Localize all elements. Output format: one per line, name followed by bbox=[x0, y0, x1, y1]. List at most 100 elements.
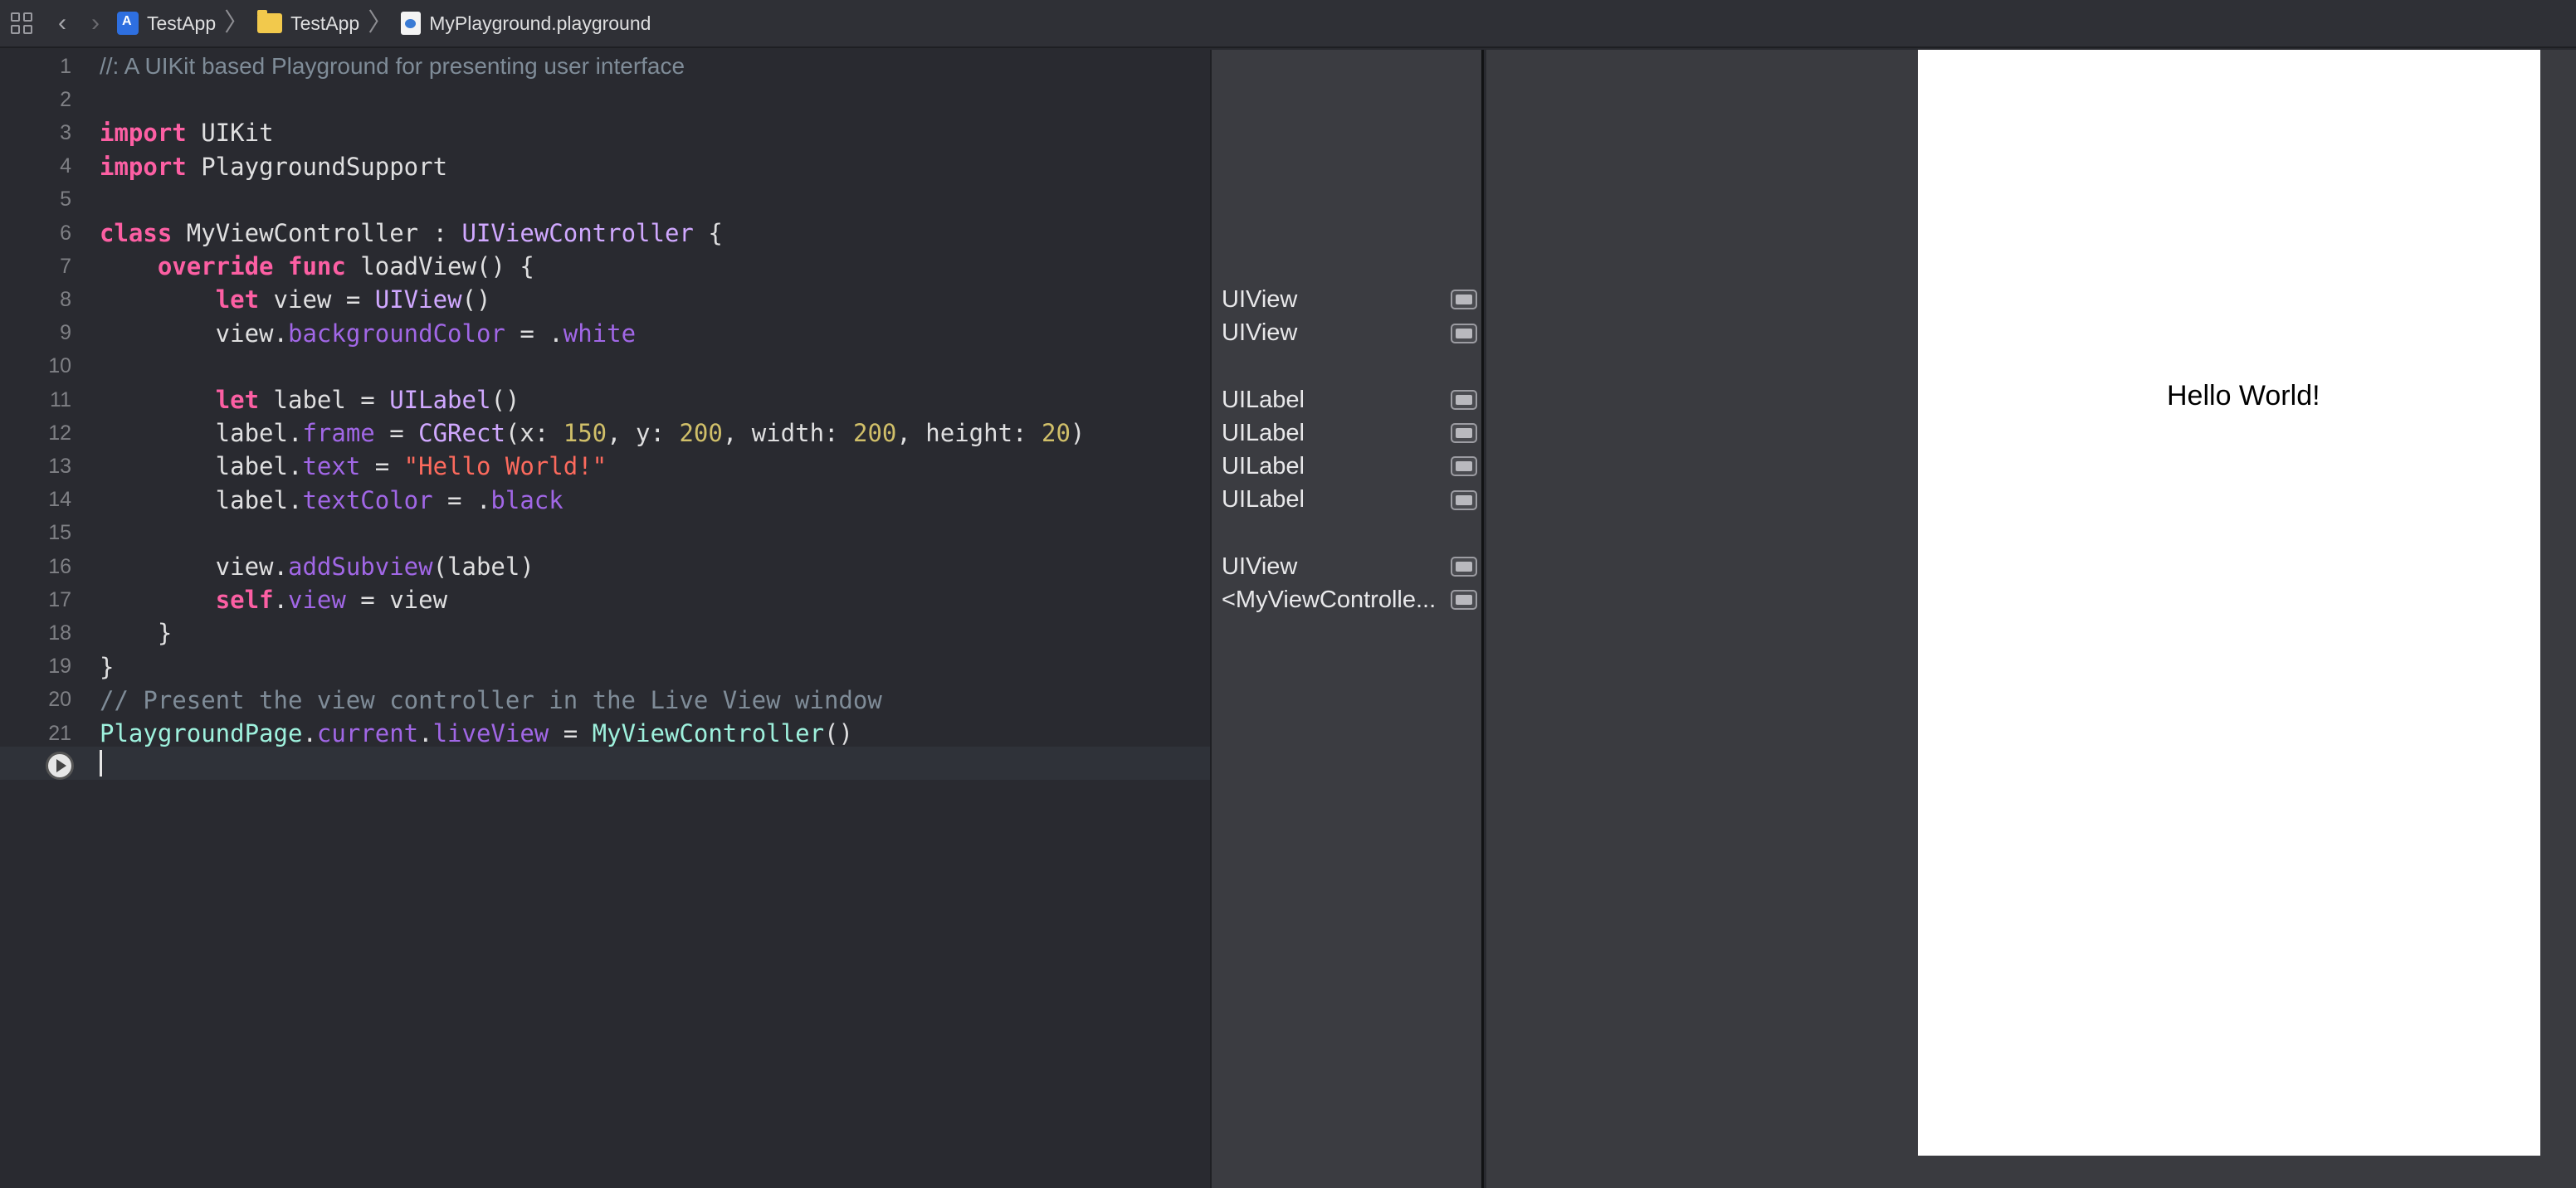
code-line[interactable]: 2 bbox=[0, 83, 1210, 116]
code-token: CGRect bbox=[418, 419, 505, 448]
forward-chevron-icon[interactable]: › bbox=[79, 0, 112, 47]
code-line[interactable]: 4 import PlaygroundSupport bbox=[0, 150, 1210, 183]
source-editor[interactable]: 1 //: A UIKit based Playground for presen… bbox=[0, 50, 1210, 1188]
code-line[interactable]: 12 label.frame = CGRect(x: 150, y: 200, … bbox=[0, 416, 1210, 450]
code-line[interactable]: 18 } bbox=[0, 616, 1210, 650]
breadcrumb-file-label: MyPlayground.playground bbox=[429, 12, 651, 34]
code-text: label.textColor = .black bbox=[100, 486, 564, 514]
quick-look-icon[interactable] bbox=[1451, 590, 1477, 611]
code-token: PlaygroundPage bbox=[100, 719, 303, 747]
code-token: label. bbox=[100, 419, 303, 448]
code-line[interactable]: 11 let label = UILabel() bbox=[0, 383, 1210, 416]
code-line[interactable]: 21 PlaygroundPage.current.liveView = MyVi… bbox=[0, 717, 1210, 750]
result-row[interactable]: UILabel bbox=[1212, 416, 1481, 450]
code-token: import bbox=[100, 152, 187, 181]
code-token: () bbox=[461, 285, 491, 314]
code-line[interactable]: 5 bbox=[0, 183, 1210, 217]
code-line[interactable]: 17 self.view = view bbox=[0, 583, 1210, 616]
code-line[interactable]: 15 bbox=[0, 517, 1210, 550]
breadcrumb-separator-icon: 〉 bbox=[224, 9, 250, 37]
code-token: addSubview bbox=[287, 553, 433, 581]
result-row[interactable]: UIView bbox=[1212, 317, 1481, 350]
playground-file-icon bbox=[401, 12, 422, 35]
code-line[interactable]: 6 class MyViewController : UIViewControll… bbox=[0, 217, 1210, 250]
quick-look-icon[interactable] bbox=[1451, 423, 1477, 444]
result-row[interactable]: UILabel bbox=[1212, 484, 1481, 517]
breadcrumb-folder[interactable]: TestApp bbox=[252, 0, 364, 47]
code-token: MyViewController : bbox=[172, 219, 462, 247]
line-number: 21 bbox=[48, 721, 71, 745]
breadcrumb-project-label: TestApp bbox=[147, 12, 217, 34]
code-token: . bbox=[302, 719, 317, 747]
code-line[interactable]: 8 let view = UIView() bbox=[0, 283, 1210, 316]
code-line[interactable]: 19} bbox=[0, 650, 1210, 684]
code-token: white bbox=[563, 319, 637, 348]
code-text: import PlaygroundSupport bbox=[100, 153, 447, 181]
result-label: UIView bbox=[1222, 319, 1298, 347]
code-token: = . bbox=[432, 485, 491, 514]
code-token: "Hello World!" bbox=[403, 452, 607, 481]
code-text: class MyViewController : UIViewControlle… bbox=[100, 219, 723, 247]
code-text: //: A UIKit based Playground for present… bbox=[100, 53, 685, 80]
line-number: 20 bbox=[48, 688, 71, 712]
quick-look-icon[interactable] bbox=[1451, 557, 1477, 577]
code-token: } bbox=[100, 619, 173, 648]
line-number: 10 bbox=[48, 354, 71, 378]
code-token: UIView bbox=[374, 285, 462, 314]
code-text: import UIKit bbox=[100, 119, 274, 147]
quick-look-icon[interactable] bbox=[1451, 323, 1477, 343]
live-view-screen[interactable]: Hello World! bbox=[1918, 50, 2540, 1156]
code-token: UIViewController bbox=[461, 219, 694, 247]
code-token: = bbox=[360, 452, 404, 481]
breadcrumb-file[interactable]: MyPlayground.playground bbox=[396, 0, 656, 47]
code-text: self.view = view bbox=[100, 586, 447, 614]
code-text: label.text = "Hello World!" bbox=[100, 452, 607, 480]
code-token: = view bbox=[345, 586, 448, 615]
result-row[interactable]: UILabel bbox=[1212, 383, 1481, 416]
run-playground-button[interactable] bbox=[46, 752, 74, 780]
line-number: 16 bbox=[48, 554, 71, 578]
code-line[interactable]: 3 import UIKit bbox=[0, 116, 1210, 149]
code-text: view.addSubview(label) bbox=[100, 553, 534, 581]
code-token: (x: bbox=[505, 419, 564, 448]
result-row[interactable]: UIView bbox=[1212, 550, 1481, 583]
result-label: UIView bbox=[1222, 553, 1298, 580]
code-line[interactable]: 20 // Present the view controller in the … bbox=[0, 684, 1210, 717]
code-token: import bbox=[100, 119, 187, 148]
quick-look-icon[interactable] bbox=[1451, 390, 1477, 410]
code-token: view. bbox=[100, 319, 288, 348]
current-line[interactable] bbox=[0, 747, 1210, 780]
code-line[interactable]: 13 label.text = "Hello World!" bbox=[0, 450, 1210, 483]
result-row[interactable]: UIView bbox=[1212, 283, 1481, 316]
code-token: = . bbox=[505, 319, 564, 348]
quick-look-icon[interactable] bbox=[1451, 489, 1477, 510]
back-chevron-icon[interactable]: ‹ bbox=[46, 0, 79, 47]
code-token: current bbox=[316, 719, 419, 747]
jump-bar: ‹ › TestApp 〉 TestApp 〉 MyPlayground.pla… bbox=[0, 0, 2576, 48]
code-line[interactable]: 16 view.addSubview(label) bbox=[0, 550, 1210, 583]
code-line[interactable]: 9 view.backgroundColor = .white bbox=[0, 317, 1210, 350]
code-token: view = bbox=[259, 285, 375, 314]
code-token: func bbox=[288, 252, 346, 281]
quick-look-icon[interactable] bbox=[1451, 290, 1477, 310]
related-items-grid-icon[interactable] bbox=[0, 0, 32, 47]
quick-look-icon[interactable] bbox=[1451, 456, 1477, 477]
breadcrumb-project[interactable]: TestApp bbox=[112, 0, 221, 47]
breadcrumb-separator-icon: 〉 bbox=[368, 9, 393, 37]
result-row[interactable]: UILabel bbox=[1212, 450, 1481, 483]
line-number: 14 bbox=[48, 488, 71, 512]
code-line[interactable]: 1 //: A UIKit based Playground for presen… bbox=[0, 50, 1210, 83]
code-line[interactable]: 14 label.textColor = .black bbox=[0, 484, 1210, 517]
code-token: //: A UIKit based Playground for present… bbox=[100, 53, 685, 79]
code-line[interactable]: 10 bbox=[0, 350, 1210, 383]
result-row[interactable]: <MyViewControlle... bbox=[1212, 583, 1481, 616]
code-token: frame bbox=[302, 419, 375, 448]
code-token: (label) bbox=[432, 553, 534, 581]
code-token: let bbox=[215, 285, 260, 314]
code-line[interactable]: 7 override func loadView() { bbox=[0, 250, 1210, 283]
code-token: PlaygroundSupport bbox=[186, 152, 448, 181]
code-text: // Present the view controller in the Li… bbox=[100, 686, 882, 714]
code-token: { bbox=[693, 219, 723, 247]
